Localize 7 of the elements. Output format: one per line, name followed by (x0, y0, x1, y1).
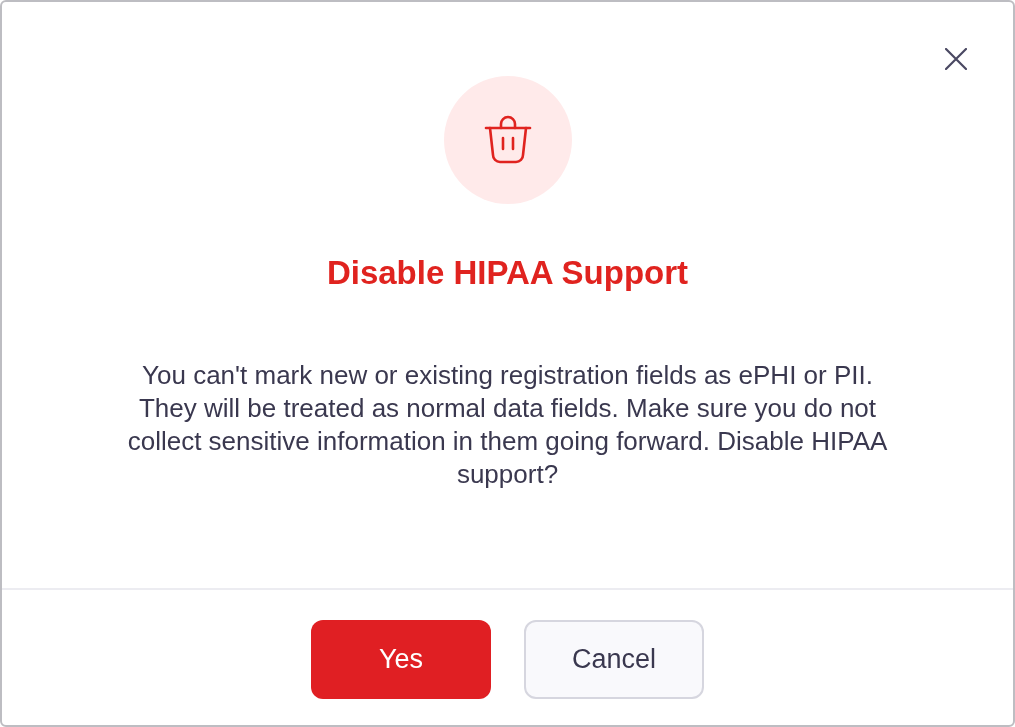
close-icon (945, 48, 967, 70)
trash-icon (443, 76, 572, 204)
close-button[interactable] (943, 46, 969, 72)
dialog-title: Disable HIPAA Support (326, 253, 689, 293)
cancel-button[interactable]: Cancel (524, 620, 704, 699)
confirm-button[interactable]: Yes (311, 620, 491, 699)
dialog-message: You can't mark new or existing registration fields as ePHI or PII. They will be treated as normal data fields. Make sure you do not collect sensitive information in them going forward. Disable HIPAA support? (126, 359, 889, 491)
